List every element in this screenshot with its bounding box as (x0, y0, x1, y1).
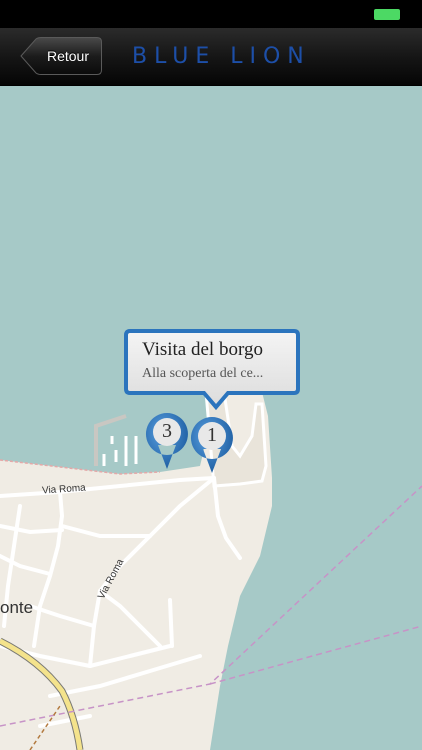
app-title: BLUE LION (132, 44, 311, 69)
map-view[interactable]: Via Roma Via Roma onte 3 1 Visita del bo… (0, 86, 422, 750)
back-button-label: Retour (46, 48, 90, 64)
back-button[interactable]: Retour (20, 37, 102, 75)
pin-number: 3 (162, 420, 172, 442)
place-label: onte (0, 598, 34, 617)
battery-icon (374, 9, 400, 20)
callout-subtitle: Alla scoperta del ce... (142, 366, 264, 381)
status-bar (0, 0, 422, 28)
map-pin-1[interactable]: 1 (189, 415, 235, 475)
map-pin-3[interactable]: 3 (144, 411, 190, 471)
map-callout[interactable]: Visita del borgo Alla scoperta del ce... (124, 329, 300, 411)
pin-number: 1 (207, 424, 217, 446)
callout-title: Visita del borgo (142, 339, 263, 360)
navigation-bar: Retour BLUE LION (0, 28, 422, 86)
harbor-moorings (102, 436, 138, 466)
